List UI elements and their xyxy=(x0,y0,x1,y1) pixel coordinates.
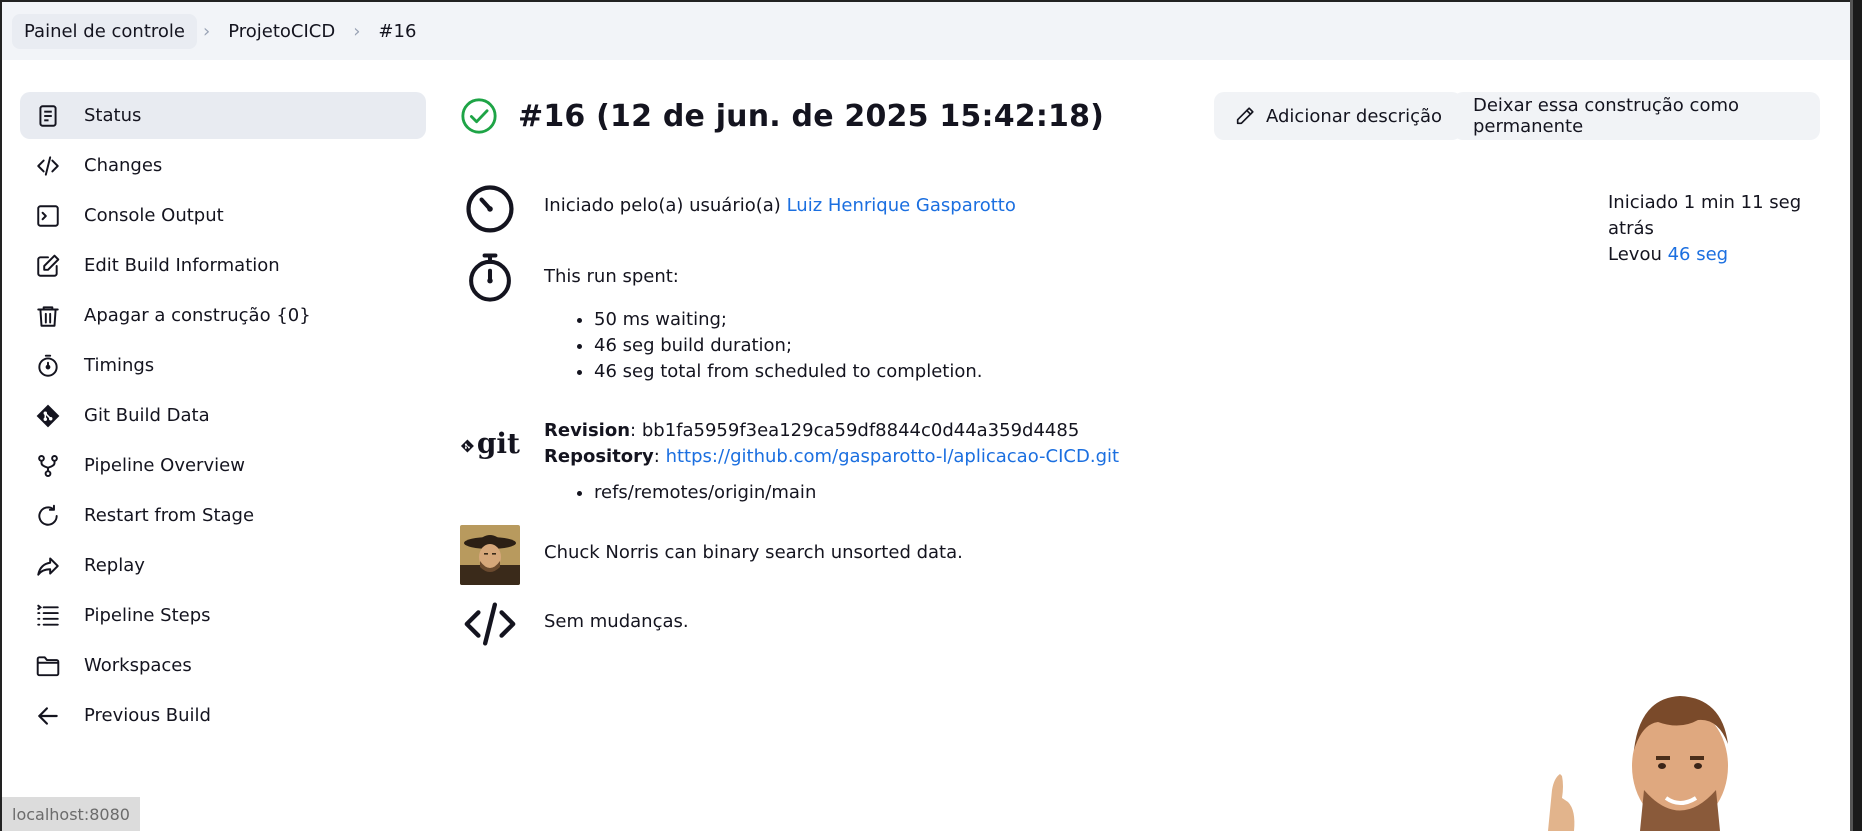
sidebar-item-label: Restart from Stage xyxy=(84,505,255,526)
repository-label: Repository xyxy=(544,446,654,467)
sidebar-item-label: Changes xyxy=(84,155,163,176)
sidebar-item-edit-build-info[interactable]: Edit Build Information xyxy=(20,242,426,289)
page-title: #16 (12 de jun. de 2025 15:42:18) xyxy=(518,98,1105,134)
pencil-icon xyxy=(1236,107,1254,125)
sidebar-item-git-build-data[interactable]: Git Build Data xyxy=(20,392,426,439)
build-time-info: Iniciado 1 min 11 seg atrás Levou 46 seg xyxy=(1608,190,1820,268)
git-logo-text: git xyxy=(476,426,520,460)
sidebar-item-changes[interactable]: Changes xyxy=(20,142,426,189)
started-by-row: Iniciado pelo(a) usuário(a) Luiz Henriqu… xyxy=(460,178,1016,238)
sidebar-item-label: Workspaces xyxy=(84,655,192,676)
timer-icon xyxy=(460,178,520,238)
folder-icon xyxy=(34,652,62,680)
chuck-norris-fact: Chuck Norris can binary search unsorted … xyxy=(544,542,963,563)
sidebar-item-label: Previous Build xyxy=(84,705,211,726)
fork-icon xyxy=(34,452,62,480)
list-item: refs/remotes/origin/main xyxy=(594,480,1119,506)
no-changes-text: Sem mudanças. xyxy=(544,611,689,632)
sidebar-item-pipeline-steps[interactable]: Pipeline Steps xyxy=(20,592,426,639)
started-by-prefix: Iniciado pelo(a) usuário(a) xyxy=(544,195,781,216)
took-prefix: Levou xyxy=(1608,244,1662,265)
sidebar-item-replay[interactable]: Replay xyxy=(20,542,426,589)
list-steps-icon xyxy=(34,602,62,630)
main-content: #16 (12 de jun. de 2025 15:42:18) Adicio… xyxy=(460,92,1820,646)
sidebar-item-workspaces[interactable]: Workspaces xyxy=(20,642,426,689)
breadcrumb: Painel de controle › ProjetoCICD › #16 xyxy=(2,2,1850,60)
refresh-icon xyxy=(34,502,62,530)
sidebar-item-label: Apagar a construção {0} xyxy=(84,305,311,326)
sidebar-item-delete-build[interactable]: Apagar a construção {0} xyxy=(20,292,426,339)
sidebar-item-label: Pipeline Steps xyxy=(84,605,211,626)
breadcrumb-build[interactable]: #16 xyxy=(366,14,428,49)
list-item: 46 seg total from scheduled to completio… xyxy=(594,359,982,385)
stopwatch-icon xyxy=(460,248,520,308)
chevron-right-icon: › xyxy=(353,20,361,42)
code-icon xyxy=(34,152,62,180)
no-changes-row: Sem mudanças. xyxy=(460,594,689,654)
chuck-norris-row: Chuck Norris can binary search unsorted … xyxy=(460,525,963,585)
arrow-left-icon xyxy=(34,702,62,730)
share-arrow-icon xyxy=(34,552,62,580)
list-item: 50 ms waiting; xyxy=(594,307,982,333)
stopwatch-icon xyxy=(34,352,62,380)
sidebar-item-status[interactable]: Status xyxy=(20,92,426,139)
breadcrumb-dashboard[interactable]: Painel de controle xyxy=(12,13,197,49)
run-spent-label: This run spent: xyxy=(544,266,679,287)
keep-forever-button[interactable]: Deixar essa construção como permanente xyxy=(1453,92,1820,140)
edit-note-icon xyxy=(34,252,62,280)
breadcrumb-project[interactable]: ProjetoCICD xyxy=(216,14,347,49)
git-diamond-icon xyxy=(34,402,62,430)
branch-list: refs/remotes/origin/main xyxy=(594,480,1119,506)
started-by-user-link[interactable]: Luiz Henrique Gasparotto xyxy=(787,195,1016,216)
success-check-icon xyxy=(461,98,497,134)
sidebar-item-label: Git Build Data xyxy=(84,405,210,426)
run-spent-list: 50 ms waiting; 46 seg build duration; 46… xyxy=(594,307,982,385)
git-logo-icon: git xyxy=(460,416,520,476)
sidebar-item-console-output[interactable]: Console Output xyxy=(20,192,426,239)
sidebar-item-label: Replay xyxy=(84,555,145,576)
list-item: 46 seg build duration; xyxy=(594,333,982,359)
sidebar-item-pipeline-overview[interactable]: Pipeline Overview xyxy=(20,442,426,489)
sidebar-item-label: Edit Build Information xyxy=(84,255,280,276)
run-spent-row: This run spent: 50 ms waiting; 46 seg bu… xyxy=(460,248,982,385)
window-frame-left xyxy=(0,0,2,831)
started-ago: Iniciado 1 min 11 seg atrás xyxy=(1608,192,1802,239)
sidebar-item-label: Status xyxy=(84,105,142,126)
sidebar-item-label: Pipeline Overview xyxy=(84,455,245,476)
chevron-right-icon: › xyxy=(202,20,211,42)
sidebar-item-timings[interactable]: Timings xyxy=(20,342,426,389)
sidebar-item-restart-from-stage[interactable]: Restart from Stage xyxy=(20,492,426,539)
code-icon xyxy=(460,594,520,654)
sidebar-item-label: Console Output xyxy=(84,205,224,226)
repository-link[interactable]: https://github.com/gasparotto-l/aplicaca… xyxy=(666,446,1119,467)
chuck-norris-avatar xyxy=(460,525,520,585)
revision-value: bb1fa5959f3ea129ca59df8844c0d44a359d4485 xyxy=(641,420,1080,441)
took-duration-link[interactable]: 46 seg xyxy=(1668,244,1729,265)
trash-icon xyxy=(34,302,62,330)
revision-label: Revision xyxy=(544,420,631,441)
sidebar-item-label: Timings xyxy=(84,355,155,376)
add-description-label: Adicionar descrição xyxy=(1266,105,1443,127)
status-bar-url: localhost:8080 xyxy=(2,797,140,831)
terminal-icon xyxy=(34,202,62,230)
keep-forever-label: Deixar essa construção como permanente xyxy=(1473,95,1740,137)
sidebar: Status Changes Console Output Edit Build… xyxy=(20,92,426,742)
add-description-button[interactable]: Adicionar descrição xyxy=(1214,92,1463,140)
window-frame-right xyxy=(1850,0,1862,831)
chuck-norris-thumbs-up-image xyxy=(1548,696,1728,831)
git-row: git Revision: bb1fa5959f3ea129ca59df8844… xyxy=(460,410,1119,506)
sidebar-item-previous-build[interactable]: Previous Build xyxy=(20,692,426,739)
status-doc-icon xyxy=(34,102,62,130)
